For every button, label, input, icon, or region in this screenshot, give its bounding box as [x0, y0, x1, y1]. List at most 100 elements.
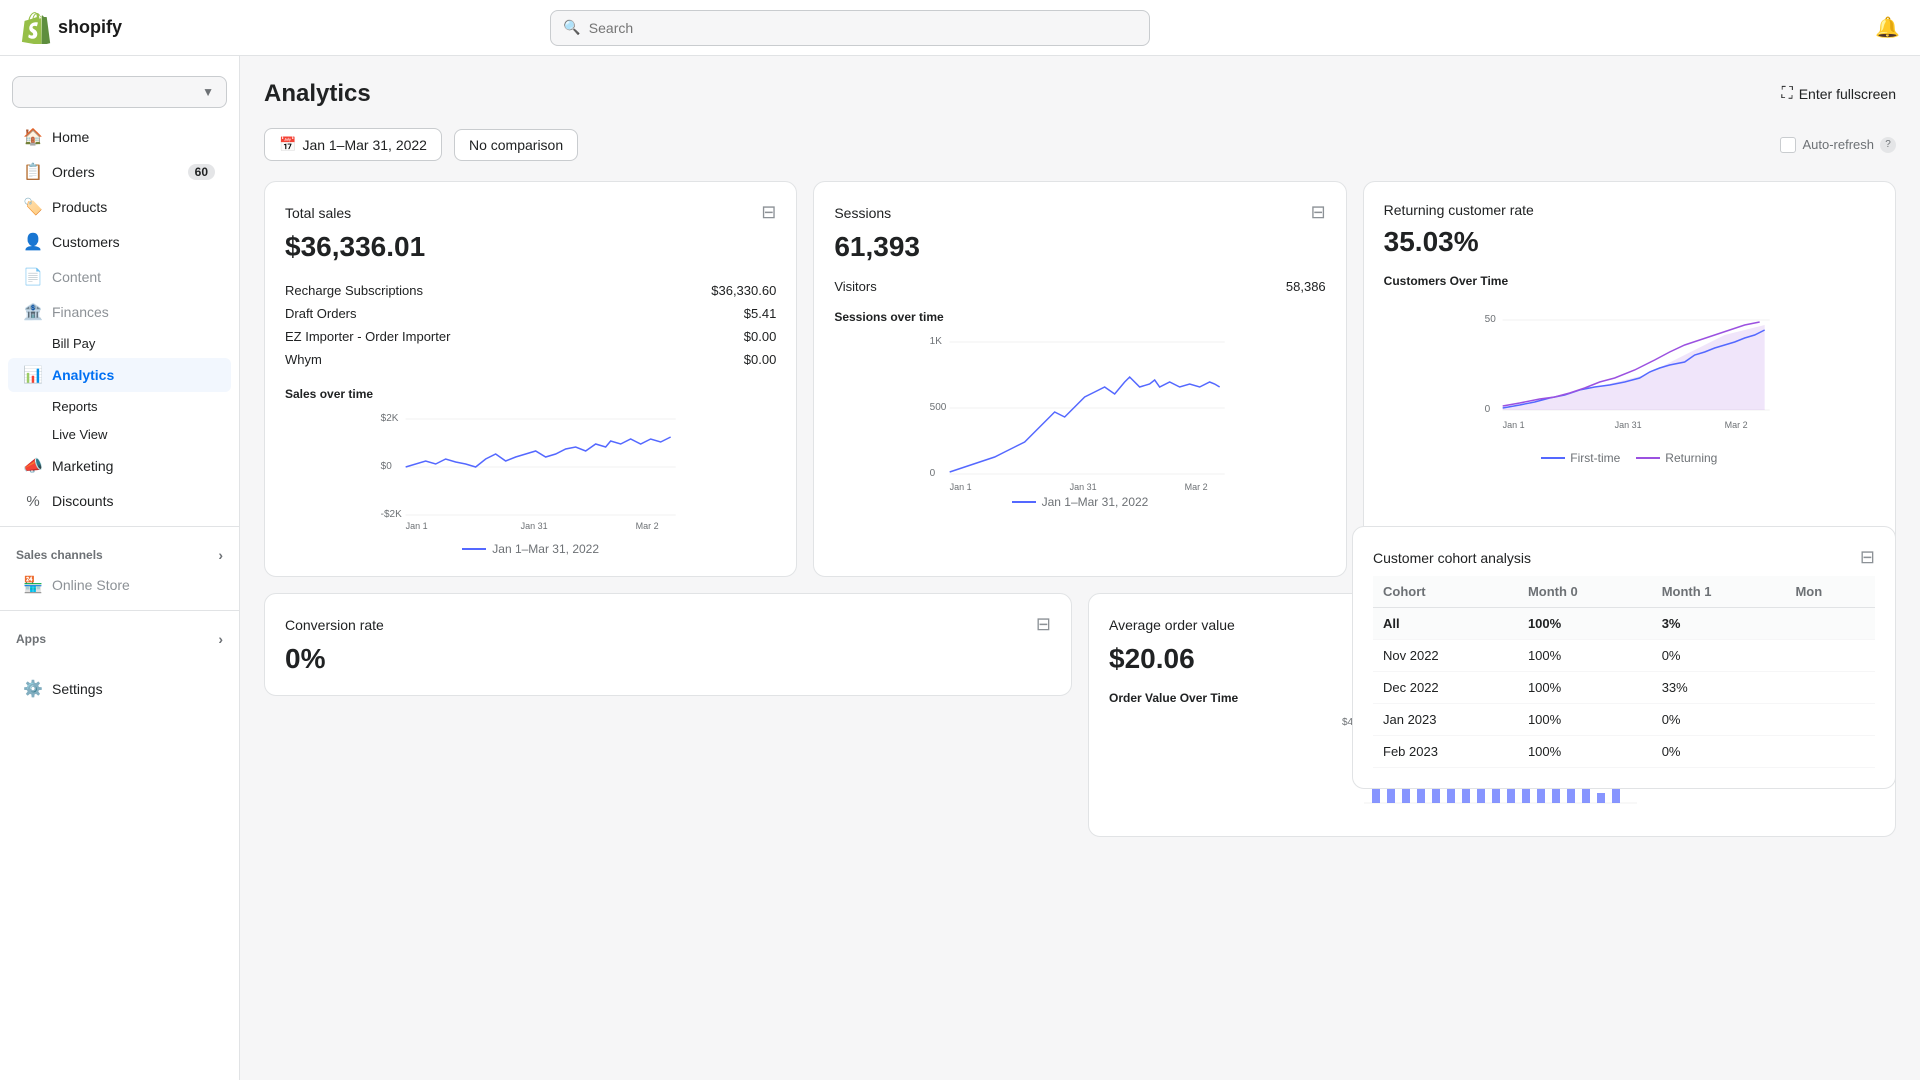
topbar-right: 🔔	[1875, 15, 1900, 40]
returning-legend-item: Returning	[1636, 451, 1717, 465]
auto-refresh-checkbox[interactable]	[1780, 137, 1796, 153]
svg-text:Jan 1: Jan 1	[1502, 420, 1524, 430]
apps-expand-icon[interactable]: ›	[218, 631, 223, 647]
calendar-icon: 📅	[279, 136, 296, 153]
first-time-legend-line	[1541, 457, 1565, 459]
total-sales-row-1: Draft Orders $5.41	[285, 302, 776, 325]
top-cards-grid: Total sales ⊟ $36,336.01 Recharge Subscr…	[264, 181, 1896, 577]
comparison-button[interactable]: No comparison	[454, 129, 578, 161]
sidebar-item-marketing[interactable]: 📣 Marketing	[8, 449, 231, 483]
conversion-menu-icon[interactable]: ⊟	[1036, 614, 1051, 635]
sidebar-item-discounts[interactable]: % Discounts	[8, 484, 231, 518]
cohort-menu-icon[interactable]: ⊟	[1860, 547, 1875, 568]
finances-icon: 🏦	[24, 303, 42, 321]
search-input[interactable]	[589, 20, 1138, 36]
total-sales-row-0: Recharge Subscriptions $36,330.60	[285, 279, 776, 302]
orders-badge: 60	[188, 164, 215, 180]
sidebar-item-label: Analytics	[52, 367, 114, 383]
cohort-col-3: Mon	[1785, 576, 1875, 608]
divider	[0, 526, 239, 527]
fullscreen-button[interactable]: ⛶ Enter fullscreen	[1782, 85, 1896, 103]
page-title: Analytics	[264, 80, 371, 108]
returning-customer-card: Returning customer rate 35.03% Customers…	[1363, 181, 1896, 577]
sidebar: ▼ 🏠 Home 📋 Orders 60 🏷️ Products 👤 Custo…	[0, 56, 240, 1080]
legend-line	[462, 548, 486, 550]
live-view-label: Live View	[52, 427, 107, 442]
sidebar-item-home[interactable]: 🏠 Home	[8, 120, 231, 154]
returning-legend-line	[1636, 457, 1660, 459]
sidebar-item-finances[interactable]: 🏦 Finances	[8, 295, 231, 329]
total-sales-title: Total sales	[285, 205, 351, 221]
sales-channels-label: Sales channels ›	[0, 535, 239, 567]
cohort-cell-jan-name: Jan 2023	[1373, 704, 1518, 736]
cohort-cell-feb-m1: 0%	[1652, 736, 1786, 768]
sidebar-item-customers[interactable]: 👤 Customers	[8, 225, 231, 259]
sidebar-item-label: Finances	[52, 304, 109, 320]
sidebar-item-products[interactable]: 🏷️ Products	[8, 190, 231, 224]
bell-icon[interactable]: 🔔	[1875, 15, 1900, 40]
expand-icon[interactable]: ›	[218, 547, 223, 563]
sidebar-item-settings[interactable]: ⚙️ Settings	[8, 672, 231, 706]
svg-text:Mar 2: Mar 2	[1724, 420, 1747, 430]
shopify-logo-icon	[20, 12, 52, 44]
sales-chart-svg: $2K $0 -$2K Jan 1 Jan 31 Mar 2	[285, 409, 776, 529]
svg-text:$0: $0	[381, 461, 393, 472]
total-sales-row-2: EZ Importer - Order Importer $0.00	[285, 325, 776, 348]
cohort-cell-dec-m1: 33%	[1652, 672, 1786, 704]
svg-text:Jan 1: Jan 1	[406, 521, 428, 531]
sessions-menu-icon[interactable]: ⊟	[1311, 202, 1326, 223]
cohort-row-feb2023: Feb 2023 100% 0%	[1373, 736, 1875, 768]
sidebar-item-reports[interactable]: Reports	[8, 393, 231, 420]
conversion-title: Conversion rate	[285, 617, 384, 633]
sidebar-item-orders[interactable]: 📋 Orders 60	[8, 155, 231, 189]
sessions-title: Sessions	[834, 205, 891, 221]
bill-pay-label: Bill Pay	[52, 336, 95, 351]
cohort-cell-nov-m0: 100%	[1518, 640, 1652, 672]
sessions-chart-label: Sessions over time	[834, 310, 1325, 324]
cohort-cell-nov-m1: 0%	[1652, 640, 1786, 672]
cohort-header: Customer cohort analysis ⊟	[1373, 547, 1875, 568]
date-range-button[interactable]: 📅 Jan 1–Mar 31, 2022	[264, 128, 442, 161]
page-header: Analytics ⛶ Enter fullscreen	[264, 80, 1896, 108]
sales-chart-label: Sales over time	[285, 387, 776, 401]
search-bar[interactable]: 🔍	[550, 10, 1150, 46]
apps-label: Apps	[16, 632, 46, 646]
store-select[interactable]: ▼	[12, 76, 227, 108]
svg-text:0: 0	[930, 468, 936, 479]
home-icon: 🏠	[24, 128, 42, 146]
apps-section-label: Apps ›	[0, 619, 239, 651]
total-sales-menu-icon[interactable]: ⊟	[761, 202, 776, 223]
sidebar-item-live-view[interactable]: Live View	[8, 421, 231, 448]
products-icon: 🏷️	[24, 198, 42, 216]
cohort-title: Customer cohort analysis	[1373, 550, 1531, 566]
settings-icon: ⚙️	[24, 680, 42, 698]
svg-text:Jan 31: Jan 31	[1070, 482, 1097, 492]
svg-text:Jan 1: Jan 1	[950, 482, 972, 492]
cohort-cell-nov-m2	[1785, 640, 1875, 672]
sessions-chart-svg: 1K 500 0 Jan 1 Jan 31 Mar 2	[834, 332, 1325, 482]
sidebar-item-label: Marketing	[52, 458, 113, 474]
cohort-cell-all-m1: 3%	[1652, 608, 1786, 640]
customer-cohort-card: Customer cohort analysis ⊟ Cohort Month …	[1352, 526, 1896, 789]
sidebar-item-online-store[interactable]: 🏪 Online Store	[8, 568, 231, 602]
sales-chart-footer: Jan 1–Mar 31, 2022	[285, 542, 776, 556]
sidebar-item-analytics[interactable]: 📊 Analytics	[8, 358, 231, 392]
cohort-cell-all-m2	[1785, 608, 1875, 640]
cohort-cell-dec-name: Dec 2022	[1373, 672, 1518, 704]
conversion-header: Conversion rate ⊟	[285, 614, 1051, 635]
customers-icon: 👤	[24, 233, 42, 251]
content-icon: 📄	[24, 268, 42, 286]
svg-text:Mar 2: Mar 2	[636, 521, 659, 531]
auto-refresh-label: Auto-refresh	[1802, 137, 1874, 152]
sidebar-item-bill-pay[interactable]: Bill Pay	[8, 330, 231, 357]
cohort-cell-dec-m0: 100%	[1518, 672, 1652, 704]
sidebar-item-content[interactable]: 📄 Content	[8, 260, 231, 294]
online-store-label: Online Store	[52, 577, 130, 593]
help-icon[interactable]: ?	[1880, 137, 1896, 153]
settings-label: Settings	[52, 681, 103, 697]
fullscreen-icon: ⛶	[1782, 85, 1793, 103]
sessions-value: 61,393	[834, 231, 1325, 263]
divider2	[0, 610, 239, 611]
cohort-cell-all-name: All	[1373, 608, 1518, 640]
visitors-row: Visitors 58,386	[834, 279, 1325, 294]
